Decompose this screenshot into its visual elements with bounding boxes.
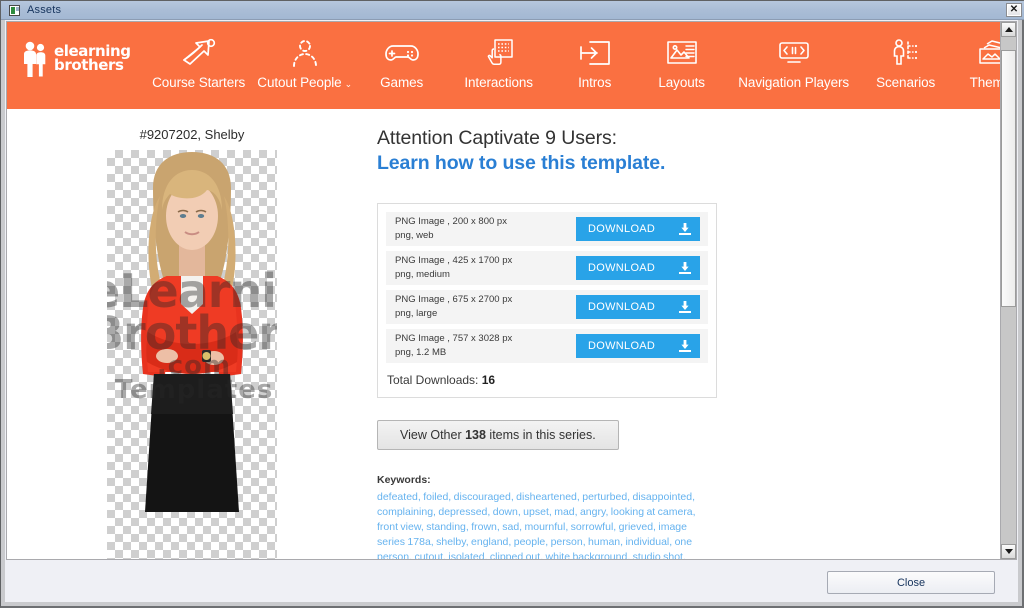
nav-item-interactions[interactable]: Interactions [445, 22, 553, 90]
nav-label-layouts: Layouts [658, 75, 705, 90]
download-options-card: PNG Image , 200 x 800 px png, web DOWNLO… [377, 203, 717, 398]
content-pane: elearning brothers Course Starters Cutou… [6, 21, 1017, 560]
keywords-label: Keywords: [377, 474, 431, 486]
nav-label-navigation-players: Navigation Players [738, 75, 850, 90]
nav-label-course-starters: Course Starters [152, 75, 246, 90]
download-row-line1: PNG Image , 425 x 1700 px [395, 255, 513, 267]
nav-label-scenarios: Scenarios [876, 75, 936, 90]
view-other-count: 138 [465, 428, 486, 442]
download-tray-icon [679, 340, 691, 352]
view-other-suffix: items in this series. [485, 428, 596, 442]
dashed-person-icon [251, 36, 359, 70]
download-row-line1: PNG Image , 675 x 2700 px [395, 294, 513, 306]
download-button[interactable]: DOWNLOAD [576, 295, 700, 319]
nav-label-cutout-people-text: Cutout People [257, 75, 342, 90]
download-button[interactable]: DOWNLOAD [576, 217, 700, 241]
download-button-label: DOWNLOAD [588, 262, 656, 274]
download-row-line2: png, 1.2 MB [395, 347, 447, 358]
page-body: #9207202, Shelby Learni rothe .com Templ… [7, 109, 1009, 559]
download-row: PNG Image , 757 x 3028 px png, 1.2 MB DO… [386, 329, 708, 363]
asset-preview-column: #9207202, Shelby Learni rothe .com Templ… [7, 127, 377, 559]
dialog-footer: Close [6, 561, 1017, 601]
app-window-icon [9, 4, 20, 16]
nav-label-interactions: Interactions [464, 75, 533, 90]
download-button[interactable]: DOWNLOAD [576, 334, 700, 358]
cutout-person-artwork [141, 152, 243, 512]
download-row: PNG Image , 675 x 2700 px png, large DOW… [386, 290, 708, 324]
media-player-icon [727, 36, 861, 70]
download-row-line1: PNG Image , 757 x 3028 px [395, 333, 513, 345]
nav-label-games: Games [380, 75, 424, 90]
headline: Attention Captivate 9 Users: [377, 127, 617, 149]
scrollbar-track[interactable] [1001, 37, 1016, 544]
download-row-line2: png, medium [395, 269, 450, 280]
view-other-prefix: View Other [400, 428, 466, 442]
asset-detail-column: Attention Captivate 9 Users: Learn how t… [377, 127, 1009, 559]
download-row: PNG Image , 200 x 800 px png, web DOWNLO… [386, 212, 708, 246]
nav-label-intros: Intros [578, 75, 612, 90]
brand-logo[interactable]: elearning brothers [21, 40, 131, 78]
assets-window: Assets ✕ elearning brothers Course Start… [0, 0, 1024, 608]
nav-item-games[interactable]: Games [359, 22, 445, 90]
download-tray-icon [679, 262, 691, 274]
keywords-list[interactable]: defeated, foiled, discouraged, dishearte… [377, 490, 715, 559]
gamepad-icon [359, 36, 445, 70]
nav-item-intros[interactable]: Intros [553, 22, 637, 90]
download-row-description: PNG Image , 200 x 800 px png, web [395, 215, 507, 243]
download-row-line2: png, large [395, 308, 438, 319]
download-button-label: DOWNLOAD [588, 301, 656, 313]
download-row-line2: png, web [395, 230, 434, 241]
hand-click-chart-icon [445, 36, 553, 70]
nav-item-layouts[interactable]: Layouts [637, 22, 727, 90]
nav-label-cutout-people: Cutout People ⌄ [251, 75, 359, 90]
arrow-flag-icon [147, 36, 251, 70]
download-row-description: PNG Image , 425 x 1700 px png, medium [395, 254, 512, 282]
brand-wordmark: elearning brothers [54, 44, 131, 74]
download-tray-icon [679, 223, 691, 235]
download-row-line1: PNG Image , 200 x 800 px [395, 216, 507, 228]
headline-link[interactable]: Learn how to use this template. [377, 152, 979, 175]
vertical-scrollbar[interactable] [1000, 22, 1016, 559]
cutout-person-image[interactable]: eLearning Brothers .com Templates [107, 150, 277, 559]
scroll-up-arrow-icon[interactable] [1001, 22, 1016, 37]
nav-item-cutout-people[interactable]: Cutout People ⌄ [251, 22, 359, 90]
scrollbar-thumb[interactable] [1001, 50, 1016, 307]
download-button-label: DOWNLOAD [588, 223, 656, 235]
window-title: Assets [27, 4, 62, 16]
download-row: PNG Image , 425 x 1700 px png, medium DO… [386, 251, 708, 285]
nav-item-scenarios[interactable]: Scenarios [861, 22, 951, 90]
person-decision-icon [861, 36, 951, 70]
total-downloads-value: 16 [481, 373, 496, 387]
close-icon[interactable]: ✕ [1006, 3, 1022, 17]
image-text-layout-icon [637, 36, 727, 70]
download-row-description: PNG Image , 675 x 2700 px png, large [395, 293, 512, 321]
asset-title: #9207202, Shelby [139, 127, 245, 142]
download-button-label: DOWNLOAD [588, 340, 656, 352]
two-people-logo-icon [24, 41, 46, 77]
view-other-series-button[interactable]: View Other 138 items in this series. [377, 420, 619, 450]
download-tray-icon [679, 301, 691, 313]
download-button[interactable]: DOWNLOAD [576, 256, 700, 280]
arrow-into-box-icon [553, 36, 637, 70]
total-downloads: Total Downloads: 16 [386, 368, 708, 389]
chevron-down-icon[interactable]: ⌄ [345, 79, 353, 89]
scroll-down-arrow-icon[interactable] [1001, 544, 1016, 559]
total-downloads-label: Total Downloads: [387, 373, 482, 387]
asset-browser-page: elearning brothers Course Starters Cutou… [7, 22, 1009, 559]
brand-line-2: brothers [54, 56, 124, 74]
download-row-description: PNG Image , 757 x 3028 px png, 1.2 MB [395, 332, 512, 360]
title-bar: Assets ✕ [1, 1, 1024, 20]
site-navbar: elearning brothers Course Starters Cutou… [7, 22, 1009, 109]
nav-item-course-starters[interactable]: Course Starters [147, 22, 251, 90]
nav-item-navigation-players[interactable]: Navigation Players [727, 22, 861, 90]
close-button[interactable]: Close [827, 571, 995, 594]
